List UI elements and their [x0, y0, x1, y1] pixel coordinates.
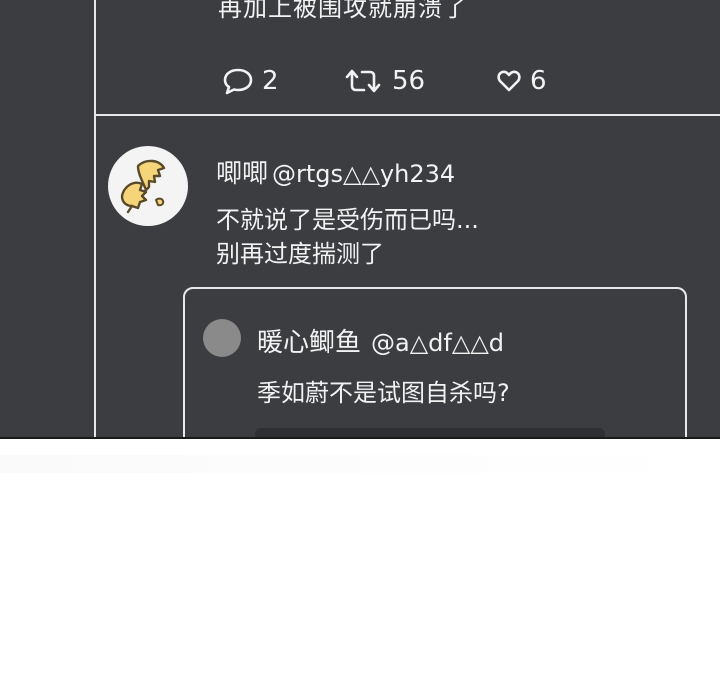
prev-tweet-text: 再加上被围攻就崩溃了 — [218, 0, 468, 22]
retweet-icon — [342, 66, 384, 96]
reply-text-line-2: 别再过度揣测了 — [216, 240, 384, 268]
reply-text-line-1: 不就说了是受伤而已吗... — [216, 206, 479, 234]
reply-display-name: 唧唧 — [216, 159, 269, 189]
retweet-count: 56 — [392, 66, 426, 96]
reply-handle: @rtgs△△yh234 — [272, 160, 456, 188]
quoted-avatar — [203, 319, 241, 357]
quoted-display-name: 暖心鲫鱼 — [257, 328, 362, 358]
reply-icon — [222, 66, 254, 96]
ginkgo-leaf-icon — [108, 159, 188, 226]
timeline-panel: 再加上被围攻就崩溃了 2 56 6 唧唧 @rtgs△△yh234 不就说了是受… — [0, 0, 720, 437]
avatar[interactable] — [108, 146, 188, 226]
quoted-handle: @a△df△△d — [371, 329, 505, 357]
blank-area — [0, 455, 720, 473]
quoted-tweet-text: 季如蔚不是试图自杀吗? — [257, 379, 510, 407]
retweet-button[interactable]: 56 — [342, 64, 425, 98]
reply-count: 2 — [262, 66, 279, 96]
reply-button[interactable]: 2 — [222, 64, 279, 98]
tweet-divider — [94, 114, 720, 116]
quoted-tweet-card[interactable]: 暖心鲫鱼 @a△df△△d 季如蔚不是试图自杀吗? — [183, 287, 687, 437]
screenshot-stage: 再加上被围攻就崩溃了 2 56 6 唧唧 @rtgs△△yh234 不就说了是受… — [0, 0, 720, 700]
quoted-author: 暖心鲫鱼 @a△df△△d — [257, 322, 504, 359]
like-button[interactable]: 6 — [496, 64, 547, 98]
bottom-shadow — [255, 428, 605, 437]
heart-icon — [496, 68, 522, 94]
reply-author[interactable]: 唧唧 @rtgs△△yh234 — [216, 153, 455, 190]
panel-bottom-edge — [0, 437, 720, 439]
thread-divider-vertical — [94, 0, 96, 437]
like-count: 6 — [530, 66, 547, 96]
